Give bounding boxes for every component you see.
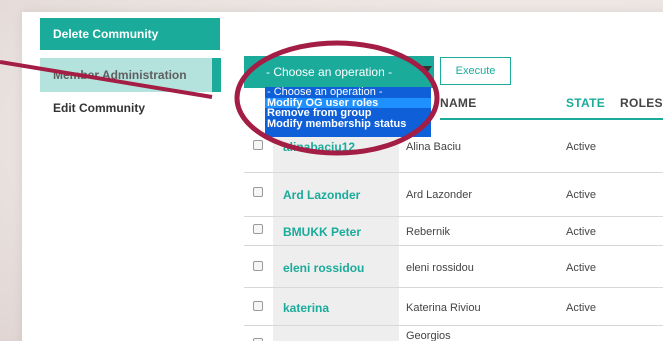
table-row: katerina Katerina Riviou Active — [244, 288, 663, 326]
full-name: eleni rossidou — [406, 262, 474, 274]
execute-button[interactable]: Execute — [440, 57, 511, 85]
row-checkbox[interactable] — [253, 261, 263, 271]
table-row: BMUKK Peter Rebernik Active — [244, 217, 663, 246]
table-row: Ard Lazonder Ard Lazonder Active — [244, 173, 663, 217]
full-name: Ard Lazonder — [406, 189, 473, 201]
member-state: Active — [566, 302, 596, 314]
username-link[interactable]: Ard Lazonder — [283, 188, 360, 202]
username-link[interactable]: BMUKK Peter — [283, 225, 361, 239]
column-header-name[interactable]: NAME — [440, 96, 477, 110]
full-name: Alina Baciu — [406, 141, 462, 153]
screenshot-canvas: Delete Community Member Administration E… — [0, 0, 663, 341]
edit-community-button[interactable]: Edit Community — [40, 92, 220, 124]
row-checkbox[interactable] — [253, 140, 263, 150]
member-state: Active — [566, 226, 596, 238]
column-header-roles[interactable]: ROLES — [620, 96, 663, 110]
username-cell: BMUKK Peter — [273, 217, 399, 245]
operation-option[interactable]: Modify membership status — [265, 118, 431, 130]
operation-option[interactable]: Remove from group — [265, 108, 431, 119]
member-state: Active — [566, 141, 596, 153]
table-row: eleni rossidou eleni rossidou Active — [244, 246, 663, 288]
full-name: Georgios — [406, 330, 451, 341]
member-state: Active — [566, 189, 596, 201]
username-cell — [273, 326, 399, 341]
active-indicator-bar — [212, 58, 221, 92]
username-cell: katerina — [273, 288, 399, 325]
username-cell: Ard Lazonder — [273, 173, 399, 216]
table-row: Georgios — [244, 326, 663, 341]
delete-community-button[interactable]: Delete Community — [40, 18, 220, 50]
username-link[interactable]: alinabaciu12 — [283, 140, 355, 154]
row-checkbox[interactable] — [253, 187, 263, 197]
member-administration-button[interactable]: Member Administration — [40, 58, 212, 92]
row-checkbox[interactable] — [253, 301, 263, 311]
dropdown-arrow-icon[interactable] — [422, 66, 432, 73]
username-link[interactable]: katerina — [283, 301, 329, 315]
row-checkbox[interactable] — [253, 224, 263, 234]
operation-option[interactable]: - Choose an operation - — [265, 87, 431, 98]
username-cell: eleni rossidou — [273, 246, 399, 287]
username-link[interactable]: eleni rossidou — [283, 261, 364, 275]
column-header-state[interactable]: STATE — [566, 96, 605, 110]
full-name: Katerina Riviou — [406, 302, 481, 314]
full-name: Rebernik — [406, 226, 451, 238]
header-underline — [440, 118, 663, 120]
member-state: Active — [566, 262, 596, 274]
operation-dropdown-list: - Choose an operation - Modify OG user r… — [265, 87, 431, 137]
operation-select[interactable]: - Choose an operation - — [244, 56, 434, 88]
